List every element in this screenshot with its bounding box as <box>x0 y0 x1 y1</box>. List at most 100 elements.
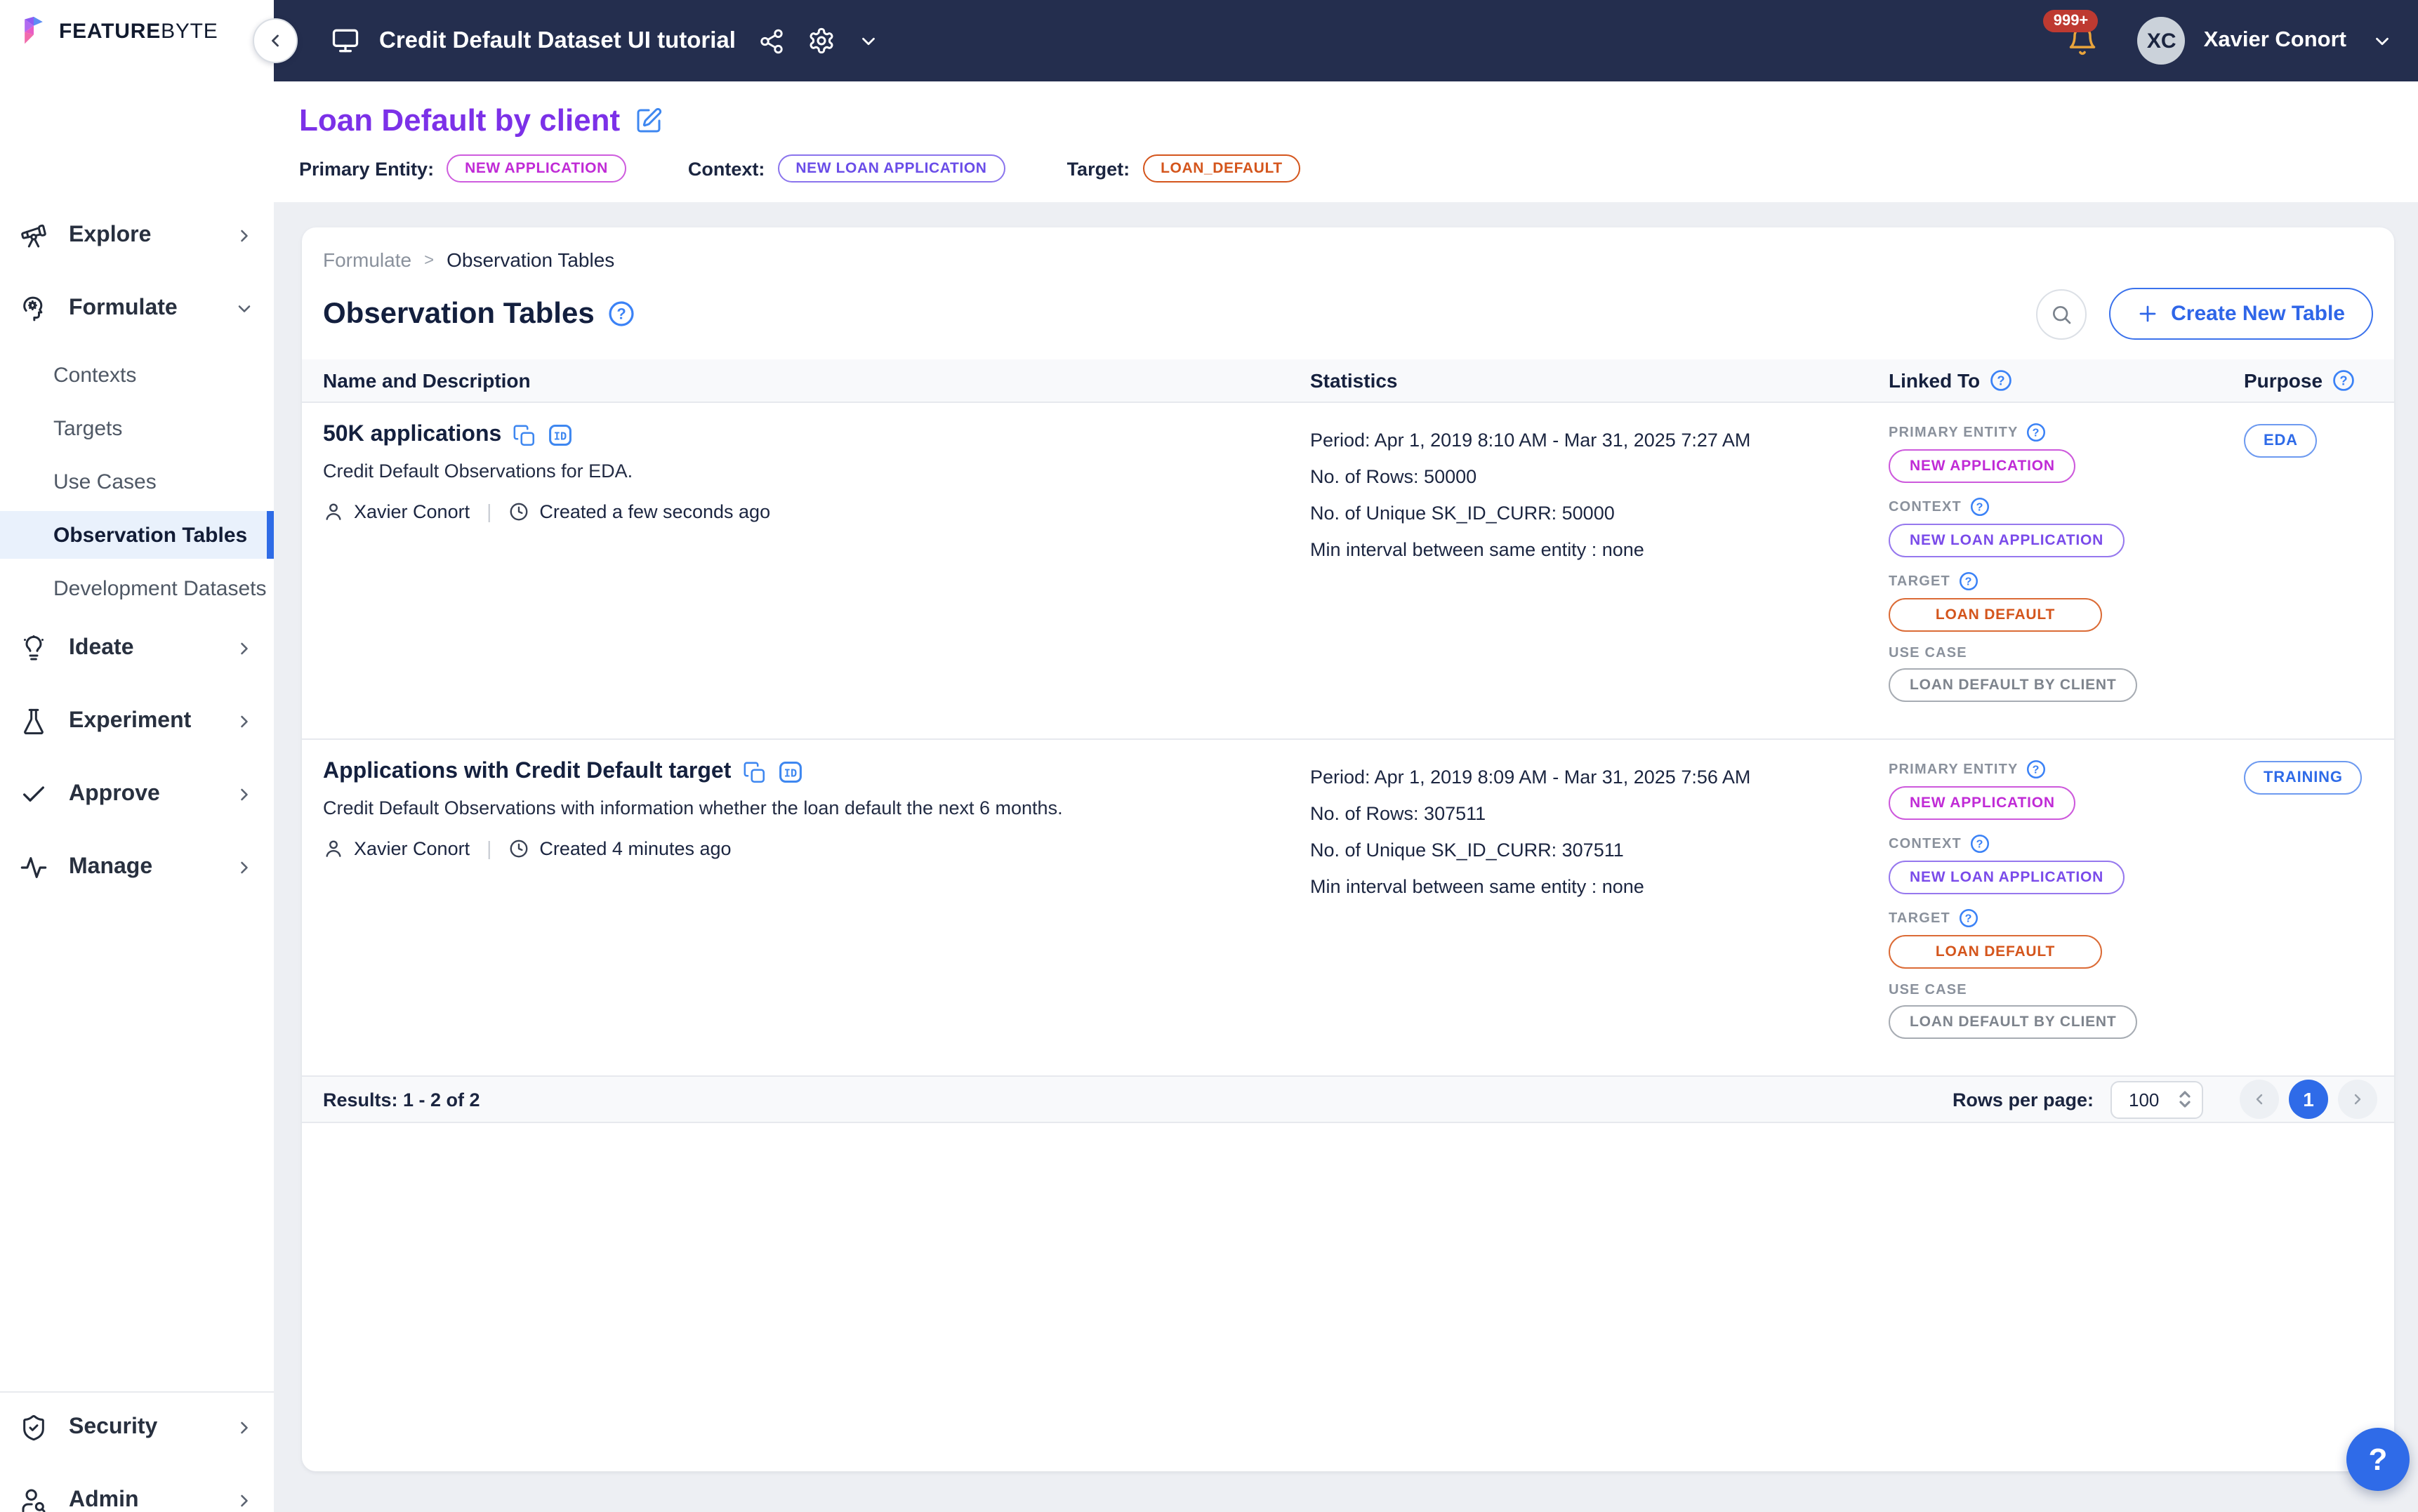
target-pill[interactable]: LOAN DEFAULT <box>1889 598 2102 632</box>
context-group: Context: NEW LOAN APPLICATION <box>688 154 1005 183</box>
sidebar-item-manage[interactable]: Manage <box>0 837 274 898</box>
purpose-pill[interactable]: TRAINING <box>2244 761 2363 795</box>
help-icon[interactable]: ? <box>2332 369 2355 392</box>
notifications-button[interactable]: 999+ <box>2068 25 2099 56</box>
context-label: CONTEXT ? <box>1889 497 2244 517</box>
chevron-down-icon[interactable] <box>2372 30 2393 51</box>
help-icon[interactable]: ? <box>1970 497 1990 517</box>
brand-logo[interactable]: FEATUREBYTE <box>0 0 274 46</box>
sidebar-item-contexts[interactable]: Contexts <box>0 351 274 399</box>
table-description: Credit Default Observations for EDA. <box>323 460 1254 482</box>
workspace-title: Credit Default Dataset UI tutorial <box>379 27 736 54</box>
table-name[interactable]: 50K applications <box>323 423 501 448</box>
primary-entity-pill[interactable]: NEW APPLICATION <box>1889 449 2076 483</box>
use-case-pill[interactable]: LOAN DEFAULT BY CLIENT <box>1889 668 2138 702</box>
sidebar-item-security[interactable]: Security <box>0 1397 274 1459</box>
sidebar-item-formulate[interactable]: Formulate <box>0 278 274 340</box>
brand-wordmark: FEATUREBYTE <box>59 19 218 43</box>
primary-entity-pill[interactable]: NEW APPLICATION <box>447 154 626 183</box>
primary-entity-pill[interactable]: NEW APPLICATION <box>1889 786 2076 820</box>
linked-to-cell: PRIMARY ENTITY ? NEW APPLICATION CONTEXT… <box>1889 760 2244 1053</box>
create-new-table-button[interactable]: Create New Table <box>2109 288 2373 340</box>
sidebar-collapse-button[interactable] <box>253 18 298 63</box>
sidebar-item-targets[interactable]: Targets <box>0 404 274 452</box>
name-description-cell: Applications with Credit Default target … <box>302 760 1310 1053</box>
next-page-button[interactable] <box>2338 1080 2377 1119</box>
sidebar-item-label: Manage <box>69 855 234 880</box>
edit-pencil-icon[interactable] <box>634 107 662 135</box>
column-header-purpose: Purpose ? <box>2244 369 2394 392</box>
breadcrumb-formulate[interactable]: Formulate <box>323 248 411 271</box>
sidebar-item-observation-tables[interactable]: Observation Tables <box>0 511 274 559</box>
chevron-right-icon <box>234 858 254 877</box>
clock-icon <box>508 500 529 522</box>
gear-icon[interactable] <box>807 27 835 55</box>
linked-label-text: CONTEXT <box>1889 499 1962 515</box>
help-icon[interactable]: ? <box>1959 571 1978 591</box>
sidebar-item-ideate[interactable]: Ideate <box>0 618 274 679</box>
target-pill[interactable]: LOAN DEFAULT <box>1889 935 2102 969</box>
search-button[interactable] <box>2036 289 2087 339</box>
stat-period: Period: Apr 1, 2019 8:10 AM - Mar 31, 20… <box>1310 423 1861 459</box>
rows-per-page-select[interactable]: 100 <box>2110 1080 2203 1118</box>
chevron-right-icon <box>234 1491 254 1511</box>
id-badge-icon[interactable]: ID <box>777 760 802 785</box>
linked-label-text: TARGET <box>1889 910 1950 926</box>
primary-entity-label: PRIMARY ENTITY ? <box>1889 423 2244 442</box>
purpose-pill[interactable]: EDA <box>2244 424 2318 458</box>
chevron-left-icon <box>2251 1091 2268 1108</box>
chevron-right-icon <box>2349 1091 2366 1108</box>
sidebar-item-admin[interactable]: Admin <box>0 1470 274 1512</box>
copy-icon[interactable] <box>513 423 536 447</box>
stat-interval: Min interval between same entity : none <box>1310 869 1861 906</box>
meta-divider: | <box>487 500 491 522</box>
sidebar-item-explore[interactable]: Explore <box>0 205 274 267</box>
help-icon[interactable]: ? <box>1990 369 2012 392</box>
target-label: Target: <box>1067 158 1130 179</box>
breadcrumb-current: Observation Tables <box>447 248 614 271</box>
use-case-pill[interactable]: LOAN DEFAULT BY CLIENT <box>1889 1005 2138 1039</box>
top-bar-right: 999+ XC Xavier Conort <box>2068 17 2398 65</box>
brand-bold: FEATURE <box>59 19 161 43</box>
previous-page-button[interactable] <box>2240 1080 2279 1119</box>
column-header-statistics: Statistics <box>1310 369 1889 392</box>
column-header-purpose-label: Purpose <box>2244 369 2323 392</box>
context-pill[interactable]: NEW LOAN APPLICATION <box>1889 524 2125 557</box>
target-label: TARGET ? <box>1889 908 2244 928</box>
breadcrumb: Formulate > Observation Tables <box>302 227 2394 271</box>
context-pill[interactable]: NEW LOAN APPLICATION <box>777 154 1005 183</box>
current-page-button[interactable]: 1 <box>2289 1080 2328 1119</box>
brand-light: BYTE <box>161 19 218 43</box>
sidebar-bottom-section: Security Admin <box>0 1391 274 1512</box>
help-icon[interactable]: ? <box>2027 423 2047 442</box>
help-icon[interactable]: ? <box>1970 834 1990 854</box>
sidebar-item-development-datasets[interactable]: Development Datasets <box>0 564 274 612</box>
stat-period: Period: Apr 1, 2019 8:09 AM - Mar 31, 20… <box>1310 760 1861 796</box>
page-title-section: Loan Default by client Primary Entity: N… <box>274 81 2418 202</box>
help-icon[interactable]: ? <box>1959 908 1978 928</box>
sidebar-item-use-cases[interactable]: Use Cases <box>0 458 274 505</box>
help-icon[interactable]: ? <box>2027 760 2047 779</box>
avatar[interactable]: XC <box>2138 17 2186 65</box>
copy-icon[interactable] <box>742 760 766 784</box>
top-bar: Credit Default Dataset UI tutorial 999+ … <box>274 0 2418 81</box>
context-pill[interactable]: NEW LOAN APPLICATION <box>1889 861 2125 894</box>
flask-icon <box>20 708 48 736</box>
linked-label-text: PRIMARY ENTITY <box>1889 425 2019 440</box>
target-pill[interactable]: LOAN_DEFAULT <box>1142 154 1301 183</box>
person-icon <box>323 837 344 858</box>
floating-help-button[interactable]: ? <box>2346 1428 2410 1491</box>
svg-text:?: ? <box>1997 373 2005 387</box>
use-case-label: USE CASE <box>1889 983 2244 998</box>
id-badge-icon[interactable]: ID <box>548 423 573 448</box>
sidebar-item-approve[interactable]: Approve <box>0 764 274 825</box>
help-icon[interactable]: ? <box>609 300 635 327</box>
created-text: Created a few seconds ago <box>539 500 770 522</box>
purpose-cell: TRAINING <box>2244 760 2394 1053</box>
share-icon[interactable] <box>758 27 785 54</box>
linked-label-text: TARGET <box>1889 573 1950 589</box>
sidebar-item-experiment[interactable]: Experiment <box>0 691 274 752</box>
table-name[interactable]: Applications with Credit Default target <box>323 760 731 785</box>
stat-unique: No. of Unique SK_ID_CURR: 307511 <box>1310 833 1861 869</box>
chevron-down-icon[interactable] <box>858 30 879 51</box>
